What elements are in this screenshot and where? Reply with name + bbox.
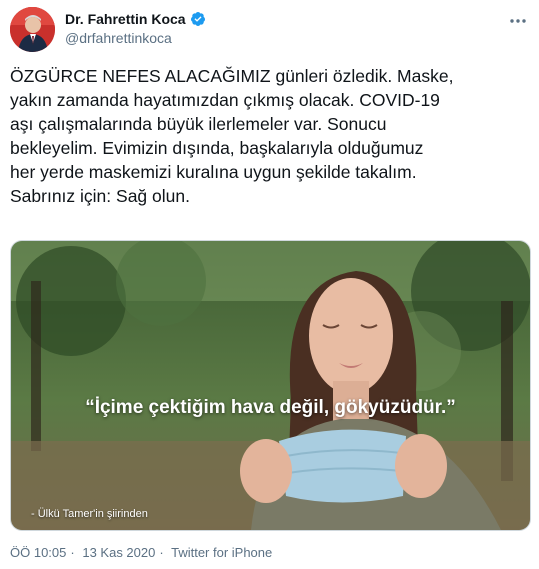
tweet-time[interactable]: ÖÖ 10:05 (10, 545, 66, 560)
tweet-source[interactable]: Twitter for iPhone (171, 545, 272, 560)
meta-separator: · (70, 545, 75, 560)
verified-badge-icon (190, 11, 206, 27)
user-name[interactable]: Dr. Fahrettin Koca (65, 11, 186, 27)
user-name-row: Dr. Fahrettin Koca (65, 11, 206, 27)
image-credit-text: - Ülkü Tamer'in şiirinden (31, 508, 148, 520)
tweet-image[interactable]: “İçime çektiğim hava değil, gökyüzüdür.”… (10, 240, 531, 531)
tweet-meta: ÖÖ 10:05 · 13 Kas 2020 · Twitter for iPhon… (10, 545, 276, 560)
user-handle[interactable]: @drfahrettinkoca (65, 30, 172, 46)
avatar[interactable] (10, 7, 55, 52)
image-quote-text: “İçime çektiğim hava değil, gökyüzüdür.” (85, 397, 456, 418)
more-options-icon[interactable] (509, 12, 527, 30)
meta-separator: · (159, 545, 164, 560)
tweet-text: ÖZGÜRCE NEFES ALACAĞIMIZ günleri özledik… (10, 66, 454, 206)
tweet-date[interactable]: 13 Kas 2020 (82, 545, 155, 560)
